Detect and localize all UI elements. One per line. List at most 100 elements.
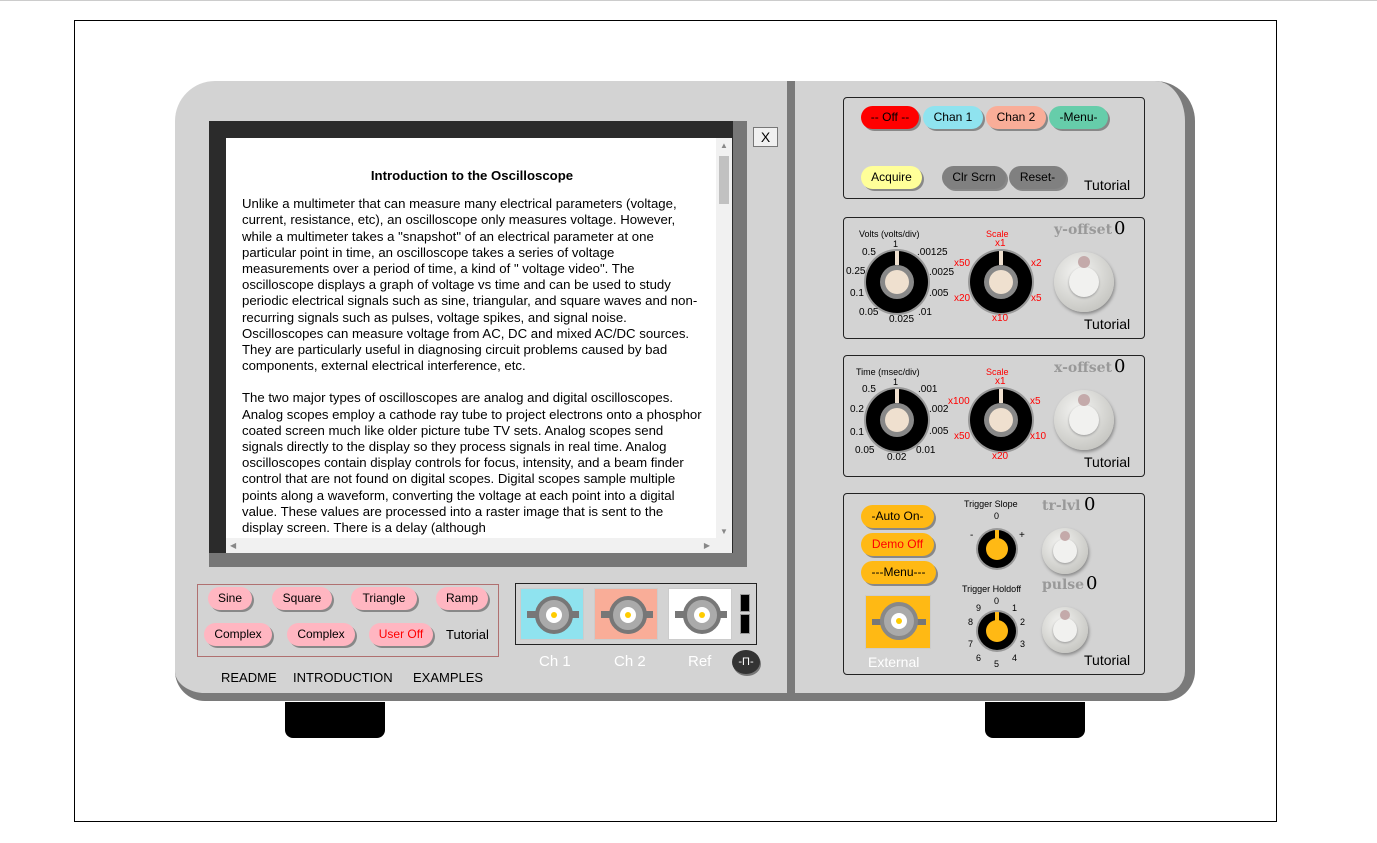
- pulse-label: pulse: [1042, 577, 1085, 593]
- square-button[interactable]: Square: [272, 587, 332, 610]
- examples-link[interactable]: EXAMPLES: [413, 670, 483, 685]
- x-offset-knob[interactable]: [1054, 390, 1114, 450]
- holdoff-tick: 7: [968, 639, 974, 649]
- horizontal-scrollbar[interactable]: ◀ ▶: [226, 538, 732, 553]
- holdoff-tick: 4: [1012, 653, 1018, 663]
- volts-tick: .0025: [929, 267, 955, 278]
- top-divider: [0, 0, 1377, 1]
- complex-button-1[interactable]: Complex: [204, 623, 272, 646]
- time-tick: .002: [929, 404, 949, 415]
- paragraph: The two major types of oscilloscopes are…: [242, 390, 702, 536]
- trigger-slope-dial[interactable]: [978, 530, 1016, 568]
- y-offset-value: 0: [1114, 218, 1126, 239]
- time-tick: 0.05: [855, 445, 875, 456]
- scale-tick: x100: [948, 396, 970, 407]
- complex-button-2[interactable]: Complex: [287, 623, 355, 646]
- sine-button[interactable]: Sine: [208, 587, 252, 610]
- pulse-knob[interactable]: [1042, 607, 1088, 653]
- channel-tutorial-link[interactable]: Tutorial: [1084, 177, 1130, 193]
- time-tick: 0.5: [862, 384, 876, 395]
- user-off-button[interactable]: User Off: [369, 623, 433, 646]
- volts-scale-dial[interactable]: [970, 251, 1032, 313]
- info-screen: Introduction to the Oscilloscope Unlike …: [226, 138, 732, 553]
- time-tick: 0.1: [850, 427, 864, 438]
- off-button[interactable]: -- Off --: [861, 106, 919, 129]
- scroll-left-icon[interactable]: ◀: [230, 541, 236, 550]
- switch-top[interactable]: [740, 594, 750, 612]
- scroll-up-icon[interactable]: ▲: [720, 141, 728, 150]
- time-scale-dial[interactable]: [970, 389, 1032, 451]
- chan2-button[interactable]: Chan 2: [986, 106, 1046, 129]
- time-label: Time (msec/div): [856, 367, 920, 377]
- time-tick: 0.01: [916, 445, 936, 456]
- time-dial[interactable]: [866, 389, 928, 451]
- close-button[interactable]: X: [753, 127, 778, 147]
- scroll-right-icon[interactable]: ▶: [704, 541, 710, 550]
- triangle-button[interactable]: Triangle: [351, 587, 417, 610]
- volts-tick: .01: [918, 307, 932, 318]
- trigger-tutorial-link[interactable]: Tutorial: [1084, 652, 1130, 668]
- paragraph: Unlike a multimeter that can measure man…: [242, 196, 698, 374]
- ref-connector[interactable]: [668, 588, 732, 640]
- time-tick: .005: [929, 426, 949, 437]
- readme-link[interactable]: README: [221, 670, 277, 685]
- scale-tick: x10: [1030, 431, 1047, 442]
- pulse-button[interactable]: -Π-: [732, 650, 760, 674]
- ramp-button[interactable]: Ramp: [436, 587, 488, 610]
- trigger-holdoff-dial[interactable]: [978, 612, 1016, 650]
- clear-screen-button[interactable]: Clr Scrn: [942, 166, 1006, 189]
- scale-tick: x10: [992, 313, 1009, 324]
- ch1-label: Ch 1: [539, 653, 571, 670]
- bnc-icon: [535, 596, 573, 634]
- y-offset-knob[interactable]: [1054, 252, 1114, 312]
- x-offset-value: 0: [1114, 356, 1126, 377]
- trigger-level-value: 0: [1084, 494, 1096, 515]
- scroll-thumb[interactable]: [719, 156, 729, 204]
- scope-foot-left: [285, 702, 385, 738]
- volts-tick: 0.05: [859, 307, 879, 318]
- scale-tick: x20: [954, 293, 971, 304]
- trigger-level-knob[interactable]: [1042, 528, 1088, 574]
- scale-tick: x1: [995, 238, 1006, 249]
- volts-tick: 0.25: [846, 266, 866, 277]
- reset-button[interactable]: Reset-: [1009, 166, 1066, 189]
- volts-tick: .005: [929, 288, 949, 299]
- holdoff-tick: 3: [1020, 639, 1026, 649]
- scale-tick: x50: [954, 431, 971, 442]
- pulse-value: 0: [1086, 573, 1098, 594]
- menu-button[interactable]: -Menu-: [1049, 106, 1108, 129]
- volts-tick: 0.1: [850, 288, 864, 299]
- scroll-down-icon[interactable]: ▼: [720, 527, 728, 536]
- trigger-slope-label: Trigger Slope: [964, 499, 1018, 509]
- scale-tick: x20: [992, 451, 1009, 462]
- vertical-scrollbar[interactable]: ▲ ▼: [716, 138, 732, 538]
- volts-tick: 1: [893, 239, 899, 249]
- chan1-button[interactable]: Chan 1: [923, 106, 983, 129]
- holdoff-tick: 0: [994, 596, 1000, 606]
- bnc-icon: [609, 596, 647, 634]
- time-tick: .001: [918, 384, 938, 395]
- signals-tutorial-link[interactable]: Tutorial: [446, 627, 489, 642]
- external-connector[interactable]: [865, 595, 931, 649]
- switch-bottom[interactable]: [740, 614, 750, 634]
- slope-tick: +: [1019, 530, 1025, 541]
- volts-label: Volts (volts/div): [859, 229, 920, 239]
- volts-tutorial-link[interactable]: Tutorial: [1084, 316, 1130, 332]
- acquire-button[interactable]: Acquire: [861, 166, 922, 189]
- introduction-link[interactable]: INTRODUCTION: [293, 670, 393, 685]
- time-tutorial-link[interactable]: Tutorial: [1084, 454, 1130, 470]
- ch2-connector[interactable]: [594, 588, 658, 640]
- volts-dial[interactable]: [866, 251, 928, 313]
- holdoff-tick: 6: [976, 653, 982, 663]
- scale-tick: x50: [954, 258, 971, 269]
- trigger-menu-button[interactable]: ---Menu---: [861, 561, 936, 584]
- slope-tick: -: [970, 530, 974, 541]
- holdoff-tick: 1: [1012, 603, 1018, 613]
- time-tick: 1: [893, 377, 899, 387]
- ch1-connector[interactable]: [520, 588, 584, 640]
- auto-button[interactable]: -Auto On-: [861, 505, 934, 528]
- intro-text: Introduction to the Oscilloscope Unlike …: [242, 164, 702, 552]
- time-tick: 0.2: [850, 404, 864, 415]
- demo-button[interactable]: Demo Off: [861, 533, 934, 556]
- ref-label: Ref: [688, 653, 712, 670]
